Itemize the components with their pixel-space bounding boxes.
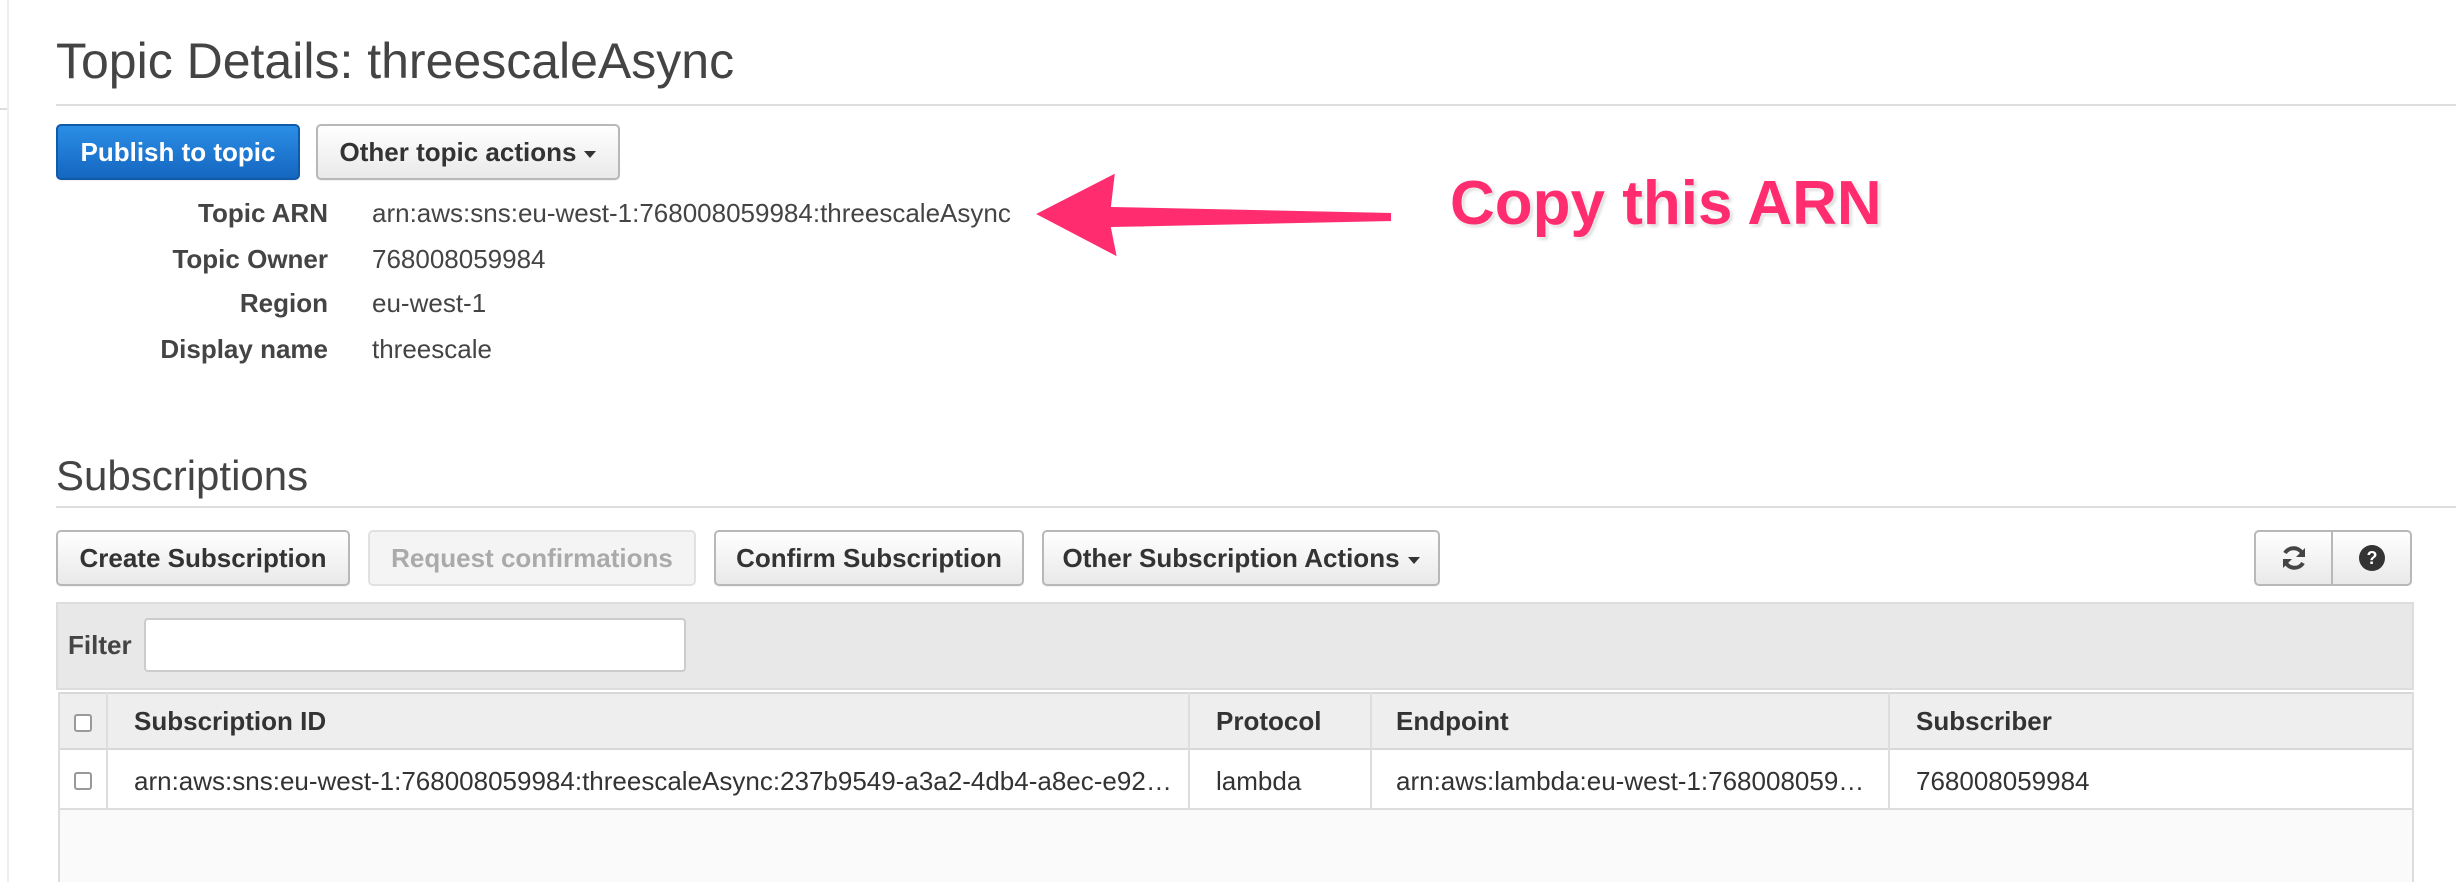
topic-arn-label: Topic ARN xyxy=(198,198,328,228)
annotation-arrow-icon xyxy=(1034,170,1393,260)
select-all-checkbox[interactable] xyxy=(74,714,92,732)
column-header-subscription-id[interactable]: Subscription ID xyxy=(134,706,326,737)
other-subscription-actions-button[interactable]: Other Subscription Actions xyxy=(1042,530,1440,586)
other-subscription-actions-label: Other Subscription Actions xyxy=(1062,542,1400,573)
cell-protocol: lambda xyxy=(1216,766,1302,796)
display-name-label: Display name xyxy=(160,334,328,364)
help-button[interactable]: ? xyxy=(2333,530,2412,586)
column-separator xyxy=(106,692,108,810)
cell-subscriber: 768008059984 xyxy=(1916,766,2090,796)
cell-subscription-id: arn:aws:sns:eu-west-1:768008059984:three… xyxy=(134,766,1174,796)
other-topic-actions-button[interactable]: Other topic actions xyxy=(316,124,620,180)
filter-label: Filter xyxy=(68,630,132,660)
create-subscription-button[interactable]: Create Subscription xyxy=(56,530,350,586)
subscriptions-divider xyxy=(56,506,2456,508)
display-name-value: threescale xyxy=(372,334,492,364)
publish-to-topic-button[interactable]: Publish to topic xyxy=(56,124,300,180)
topic-owner-label: Topic Owner xyxy=(172,244,328,274)
row-checkbox[interactable] xyxy=(74,772,92,790)
other-topic-actions-label: Other topic actions xyxy=(339,136,577,167)
region-value: eu-west-1 xyxy=(372,288,487,318)
chevron-down-icon xyxy=(1407,556,1420,564)
refresh-icon xyxy=(2282,546,2305,570)
region-label: Region xyxy=(239,288,328,318)
left-panel-tick xyxy=(0,108,7,110)
column-separator xyxy=(1188,692,1190,810)
svg-text:?: ? xyxy=(2366,548,2377,568)
subscriptions-heading: Subscriptions xyxy=(56,452,309,499)
cell-endpoint: arn:aws:lambda:eu-west-1:76800805998... xyxy=(1396,766,1876,796)
table-icon-buttons: ? xyxy=(2254,530,2412,586)
column-separator xyxy=(1888,692,1890,810)
column-separator xyxy=(1370,692,1372,810)
refresh-button[interactable] xyxy=(2254,530,2333,586)
left-panel-border xyxy=(7,0,9,882)
confirm-subscription-button[interactable]: Confirm Subscription xyxy=(714,530,1024,586)
request-confirmations-button[interactable]: Request confirmations xyxy=(368,530,696,586)
column-header-endpoint[interactable]: Endpoint xyxy=(1396,706,1509,737)
topic-owner-value: 768008059984 xyxy=(372,244,546,274)
topic-arn-value: arn:aws:sns:eu-west-1:768008059984:three… xyxy=(372,198,1011,228)
filter-input[interactable] xyxy=(144,618,686,672)
title-divider xyxy=(56,104,2456,106)
chevron-down-icon xyxy=(584,150,597,158)
annotation-copy-arn: Copy this ARN xyxy=(1450,169,1882,238)
page-title: Topic Details: threescaleAsync xyxy=(56,33,735,89)
column-header-subscriber[interactable]: Subscriber xyxy=(1916,706,2052,737)
column-header-protocol[interactable]: Protocol xyxy=(1216,706,1321,737)
help-icon: ? xyxy=(2358,545,2385,571)
subscriptions-table: Subscription ID Protocol Endpoint Subscr… xyxy=(58,692,2414,882)
